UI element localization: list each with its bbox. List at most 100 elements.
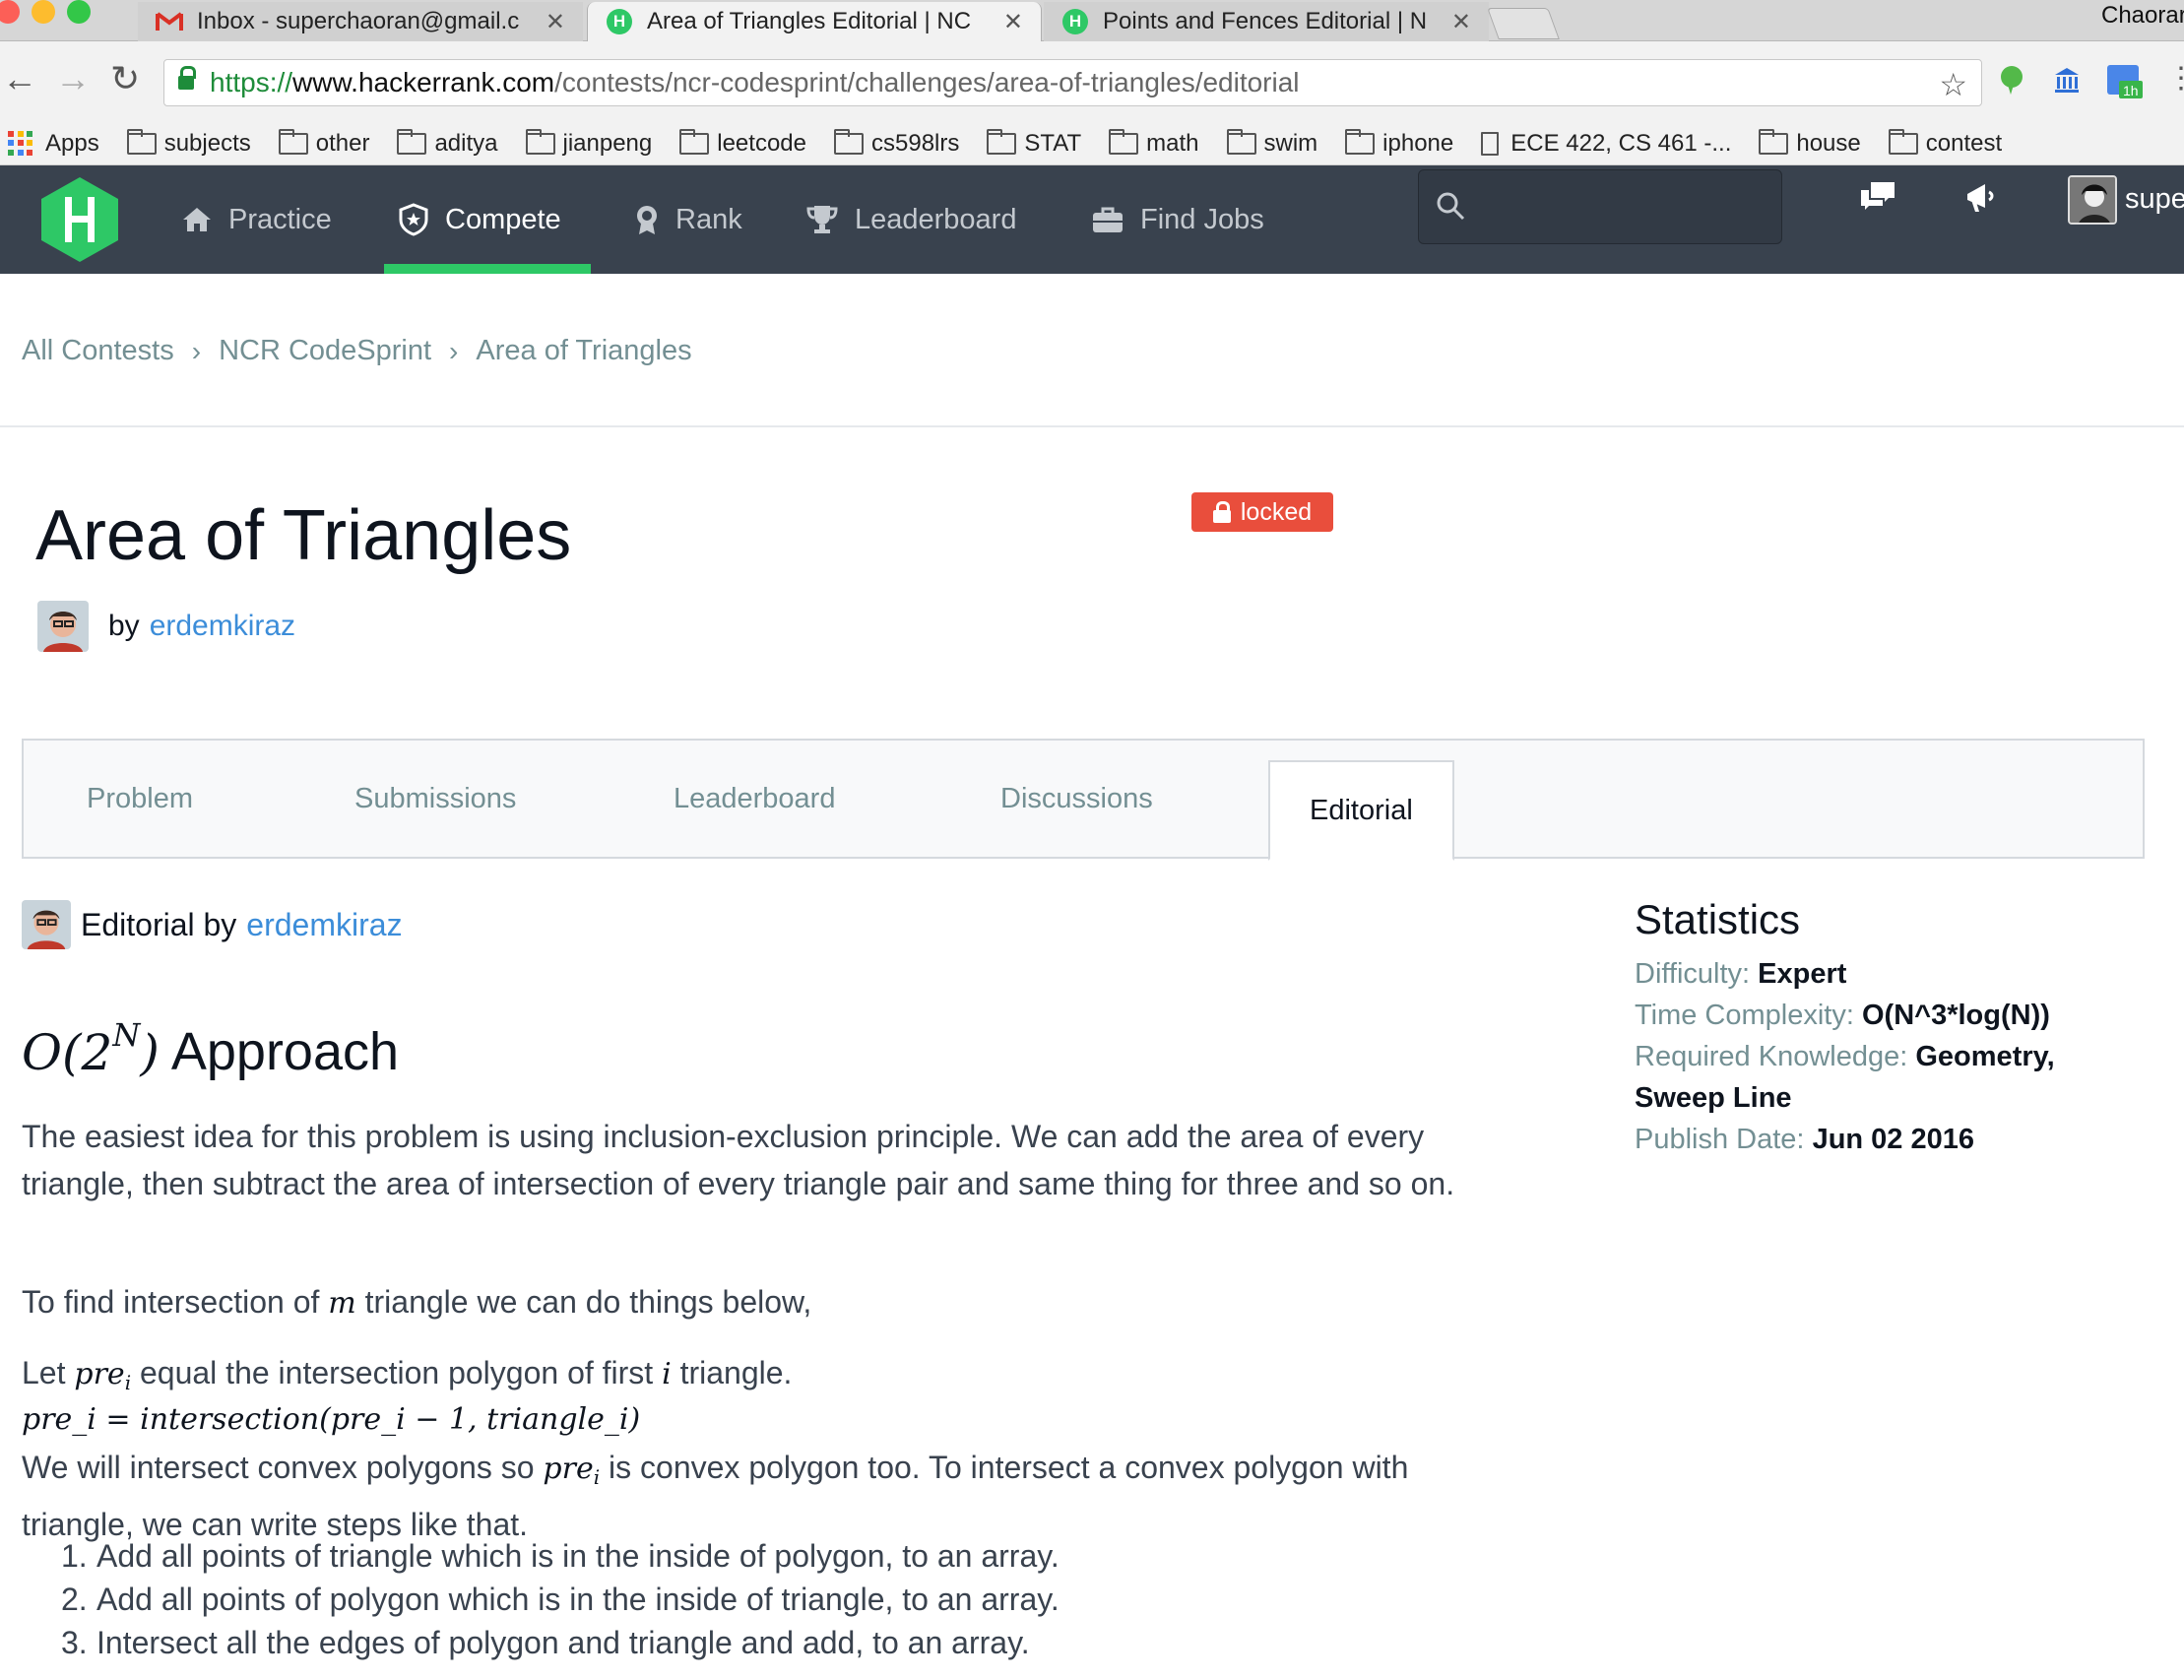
folder-icon [679,128,710,155]
bookmark-folder[interactable]: contest [1888,128,2002,158]
forward-arrow-icon[interactable]: → [55,59,91,98]
bookmark-star-icon[interactable]: ☆ [1939,66,1967,103]
challenge-author: by erdemkiraz [37,601,295,652]
browser-tab-gmail[interactable]: Inbox - superchaoran@gmail.c ✕ [138,2,583,41]
status-badge: locked [1191,492,1333,532]
nav-rank[interactable]: Rank [634,165,742,274]
window-minimize-button[interactable] [32,0,55,24]
hackerrank-logo-icon[interactable] [37,175,122,264]
folder-icon [397,128,427,155]
browser-profile-name[interactable]: Chaorar [2101,2,2184,30]
browser-tab-strip: Inbox - superchaoran@gmail.c ✕ H Area of… [0,0,2184,41]
breadcrumb: All Contests › NCR CodeSprint › Area of … [22,335,692,367]
bookmark-apps[interactable]: Apps [8,130,99,158]
stat-publish-date: Publish Date: Jun 02 2016 [1635,1124,1975,1155]
stat-time-complexity: Time Complexity: O(N^3*log(N)) [1635,1000,2050,1031]
steps-list: 1. Add all points of triangle which is in… [61,1534,1060,1664]
breadcrumb-contest[interactable]: NCR CodeSprint [219,335,431,367]
folder-icon [834,128,864,155]
tab-leaderboard[interactable]: Leaderboard [674,741,835,857]
stat-difficulty: Difficulty: Expert [1635,958,1847,990]
new-tab-button[interactable] [1487,8,1560,39]
bookmark-folder[interactable]: swim [1226,128,1317,158]
challenge-tabs: Problem Submissions Leaderboard Discussi… [22,739,2145,861]
bookmark-page[interactable]: ECE 422, CS 461 -... [1481,130,1731,158]
hackerrank-icon: H [606,8,633,35]
nav-find-jobs[interactable]: Find Jobs [1091,165,1264,274]
tab-submissions[interactable]: Submissions [354,741,516,857]
browser-menu-icon[interactable]: ⋮ [2166,59,2184,98]
breadcrumb-all-contests[interactable]: All Contests [22,335,174,367]
bookmark-folder[interactable]: iphone [1345,128,1453,158]
chevron-right-icon: › [449,335,459,366]
medal-icon [634,204,660,235]
site-search-input[interactable] [1418,169,1782,244]
bookmark-folder[interactable]: subjects [126,128,251,158]
folder-icon [1226,128,1256,155]
nav-practice[interactable]: Practice [181,165,332,274]
bookmark-folder[interactable]: STAT [987,128,1081,158]
author-avatar[interactable] [37,601,89,652]
briefcase-icon [1091,205,1124,234]
bank-extension-icon[interactable] [2052,65,2082,99]
paragraph: We will intersect convex polygons so pre… [22,1450,1409,1542]
section-heading: O(2N) Approach [22,1016,400,1081]
search-icon [1435,190,1466,226]
statistics-title: Statistics [1635,896,1801,942]
chat-icon[interactable] [1859,180,1898,221]
folder-icon [1345,128,1376,155]
address-bar[interactable]: https://www.hackerrank.com/contests/ncr-… [163,59,1982,106]
gmail-icon [156,8,183,35]
svg-text:1h: 1h [2123,83,2139,98]
nav-leaderboard[interactable]: Leaderboard [805,165,1016,274]
paragraph: The easiest idea for this problem is usi… [22,1119,1455,1201]
window-maximize-button[interactable] [67,0,91,24]
folder-icon [1888,128,1918,155]
browser-tab-points-and-fences[interactable]: H Points and Fences Editorial | N ✕ [1044,2,1489,41]
close-tab-icon[interactable]: ✕ [1451,8,1471,36]
editorial-author: Editorial by erdemkiraz [22,900,403,949]
back-arrow-icon[interactable]: ← [2,59,37,98]
statistics-panel: Statistics Difficulty: Expert Time Compl… [1635,896,2147,1160]
nav-compete[interactable]: Compete [398,165,561,274]
formula: pre_i = intersection(pre_i − 1, triangle… [22,1402,641,1437]
bookmark-folder[interactable]: jianpeng [525,128,652,158]
list-item: 1. Add all points of triangle which is in… [61,1538,1060,1574]
folder-icon [525,128,555,155]
bookmark-folder[interactable]: house [1759,128,1861,158]
editorial-author-link[interactable]: erdemkiraz [246,907,402,943]
reload-icon[interactable]: ↻ [110,59,140,98]
list-item: 2. Add all points of polygon which is in … [61,1582,1060,1617]
close-tab-icon[interactable]: ✕ [1003,8,1023,36]
breadcrumb-challenge[interactable]: Area of Triangles [476,335,691,367]
close-tab-icon[interactable]: ✕ [546,8,565,36]
lock-icon [1212,501,1231,523]
tab-editorial[interactable]: Editorial [1268,760,1454,861]
browser-toolbar: ← → ↻ https://www.hackerrank.com/contest… [0,41,2184,122]
bookmark-folder[interactable]: leetcode [679,128,806,158]
announcements-icon[interactable] [1963,180,1999,221]
calendar-extension-icon[interactable]: 1h [2105,61,2145,105]
bookmarks-bar: Apps subjects other aditya jianpeng leet… [0,122,2184,165]
author-avatar[interactable] [22,900,71,949]
trophy-icon [805,204,839,235]
tab-problem[interactable]: Problem [87,741,193,857]
shield-star-icon [398,203,429,236]
bookmark-folder[interactable]: cs598lrs [834,128,959,158]
list-item: 3. Intersect all the edges of polygon and… [61,1625,1030,1660]
bookmark-folder[interactable]: aditya [397,128,498,158]
window-close-button[interactable] [0,0,20,24]
username-label[interactable]: supe [2125,183,2184,216]
hackerrank-icon: H [1061,8,1089,35]
folder-icon [1759,128,1789,155]
user-avatar[interactable] [2068,175,2117,225]
browser-tab-area-of-triangles[interactable]: H Area of Triangles Editorial | NC ✕ [587,2,1042,41]
complexity-math: O(2N) [22,1016,160,1081]
bookmark-folder[interactable]: other [278,128,369,158]
folder-icon [278,128,308,155]
author-link[interactable]: erdemkiraz [150,610,295,643]
tab-discussions[interactable]: Discussions [1000,741,1153,857]
evernote-extension-icon[interactable] [1999,65,2024,99]
bookmark-folder[interactable]: math [1109,128,1199,158]
divider [0,425,2184,427]
